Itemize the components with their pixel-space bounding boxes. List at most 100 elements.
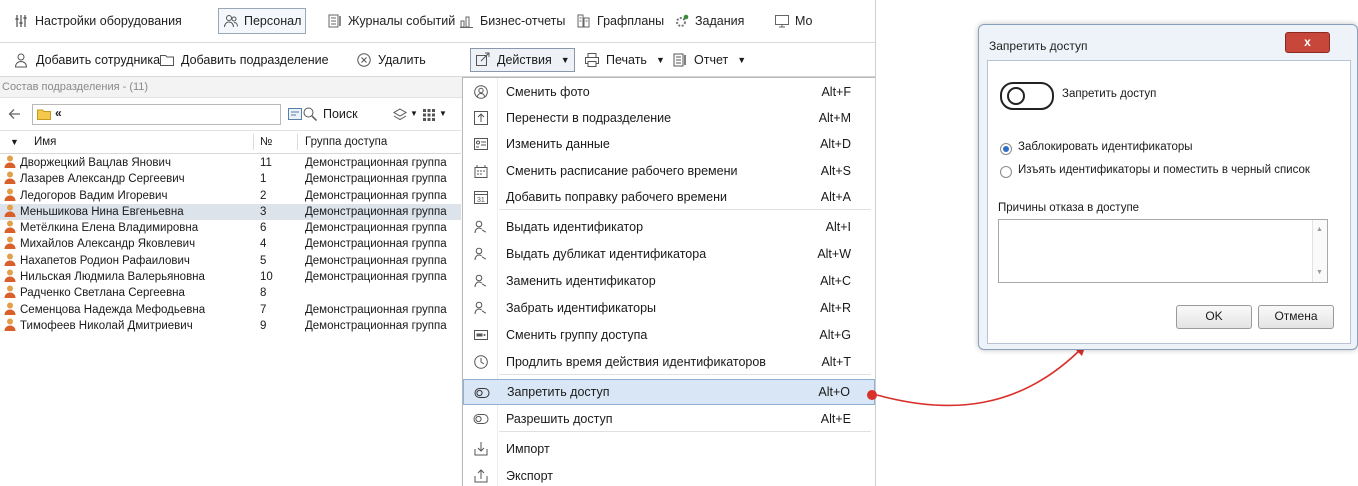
- sort-desc-icon[interactable]: ▼: [10, 131, 19, 153]
- tab-personnel[interactable]: Персонал: [218, 8, 307, 34]
- grid-view-icon[interactable]: [421, 107, 437, 123]
- menu-item-calendar[interactable]: 31 Добавить поправку рабочего времени Alt+…: [463, 184, 875, 210]
- reason-label: Причины отказа в доступе: [998, 202, 1140, 214]
- menu-item-label: Разрешить доступ: [506, 412, 613, 426]
- menu-item-shortcut: Alt+A: [820, 190, 851, 204]
- menu-item-import[interactable]: Импорт: [463, 436, 875, 462]
- report-icon: [459, 13, 475, 29]
- back-arrow-icon[interactable]: [6, 106, 22, 122]
- textarea-scrollbar[interactable]: ▲ ▼: [1312, 220, 1327, 282]
- menu-item-label: Экспорт: [506, 469, 553, 483]
- block-identifiers-label[interactable]: Заблокировать идентификаторы: [1018, 141, 1193, 153]
- table-row[interactable]: Метёлкина Елена Владимировна 6 Демонстраци…: [0, 220, 461, 236]
- menu-item-allow-access[interactable]: Разрешить доступ Alt+E: [463, 406, 875, 432]
- menu-item-id-revoke[interactable]: Забрать идентификаторы Alt+R: [463, 295, 875, 321]
- tab-equipment-settings[interactable]: Настройки оборудования: [14, 9, 182, 33]
- employee-access-group: Демонстрационная группа: [305, 303, 447, 316]
- column-number[interactable]: №: [260, 131, 272, 153]
- menu-item-deny-access[interactable]: Запретить доступ Alt+O: [463, 379, 875, 405]
- blacklist-identifiers-label[interactable]: Изъять идентификаторы и поместить в черн…: [1018, 164, 1310, 176]
- person-icon: [4, 302, 16, 315]
- menu-item-schedule[interactable]: Сменить расписание рабочего времени Alt+S: [463, 158, 875, 184]
- table-row[interactable]: Ледогоров Вадим Игоревич 2 Демонстрационна…: [0, 188, 461, 204]
- tab-label: Бизнес-отчеты: [480, 14, 566, 28]
- employee-name-cell: Меньшикова Нина Евгеньевна: [4, 204, 184, 220]
- print-dropdown-button[interactable]: Печать ▼: [584, 49, 665, 71]
- tab-floorplans[interactable]: Графпланы: [576, 9, 664, 33]
- table-row[interactable]: Радченко Светлана Сергеевна 8: [0, 285, 461, 301]
- employee-access-group: Демонстрационная группа: [305, 319, 447, 332]
- person-icon: [4, 220, 16, 234]
- access-group-icon: [473, 327, 489, 343]
- chevron-down-icon: ▼: [737, 55, 747, 65]
- deny-access-toggle[interactable]: [1000, 82, 1054, 110]
- employee-name: Дворжецкий Вацлав Янович: [20, 157, 171, 169]
- allow-access-icon: [473, 411, 489, 427]
- menu-item-id-duplicate[interactable]: Выдать дубликат идентификатора Alt+W: [463, 241, 875, 267]
- table-row[interactable]: Нильская Людмила Валерьяновна 10 Демонстра…: [0, 269, 461, 285]
- column-divider[interactable]: [297, 134, 298, 150]
- employee-number: 11: [260, 157, 272, 169]
- scroll-up-icon[interactable]: ▲: [1316, 226, 1323, 233]
- employee-access-group: Демонстрационная группа: [305, 222, 447, 235]
- employee-name-cell: Михайлов Александр Яковлевич: [4, 236, 195, 252]
- menu-item-move[interactable]: Перенести в подразделение Alt+M: [463, 105, 875, 131]
- tab-business-reports[interactable]: Бизнес-отчеты: [459, 9, 565, 33]
- layers-dropdown-icon[interactable]: [392, 107, 408, 123]
- menu-item-export[interactable]: Экспорт: [463, 463, 875, 486]
- tab-label: Графпланы: [597, 14, 665, 28]
- menu-item-label: Добавить поправку рабочего времени: [506, 190, 727, 204]
- close-button[interactable]: x: [1285, 32, 1330, 53]
- export-icon: [473, 468, 489, 484]
- tree-picker-icon[interactable]: [287, 106, 303, 122]
- table-row[interactable]: Михайлов Александр Яковлевич 4 Демонстраци…: [0, 236, 461, 252]
- cancel-button[interactable]: Отмена: [1258, 305, 1334, 329]
- table-row[interactable]: Меньшикова Нина Евгеньевна 3 Демонстрацион…: [0, 203, 461, 221]
- svg-text:31: 31: [477, 197, 485, 204]
- column-divider[interactable]: [253, 134, 254, 150]
- deny-access-dialog: Запретить доступ x Запретить доступ Забл…: [978, 24, 1358, 350]
- table-row[interactable]: Нахапетов Родион Рафаилович 5 Демонстрацио…: [0, 253, 461, 269]
- menu-item-photo[interactable]: Сменить фото Alt+F: [463, 79, 875, 105]
- chevron-down-icon[interactable]: ▼: [410, 109, 418, 118]
- tab-event-journals[interactable]: Журналы событий: [327, 9, 455, 33]
- search-button[interactable]: Поиск: [302, 106, 358, 122]
- breadcrumb[interactable]: «: [32, 104, 302, 125]
- tab-label: Мо: [795, 14, 813, 28]
- actions-dropdown-button[interactable]: Действия ▼: [470, 48, 575, 72]
- menu-item-shortcut: Alt+O: [818, 385, 850, 399]
- menu-item-shortcut: Alt+M: [818, 111, 851, 125]
- tab-tasks[interactable]: Задания: [674, 9, 744, 33]
- tab-monitoring[interactable]: Мо: [774, 9, 813, 33]
- table-row[interactable]: Лазарев Александр Сергеевич 1 Демонстрацио…: [0, 171, 461, 187]
- add-department-button[interactable]: Добавить подразделение: [159, 49, 329, 71]
- chevron-down-icon[interactable]: ▼: [439, 109, 447, 118]
- employee-name: Ледогоров Вадим Игоревич: [20, 189, 168, 202]
- add-employee-button[interactable]: Добавить сотрудника: [14, 49, 160, 71]
- menu-item-access-group[interactable]: Сменить группу доступа Alt+G: [463, 322, 875, 348]
- scroll-down-icon[interactable]: ▼: [1316, 269, 1323, 276]
- report-dropdown-button[interactable]: Отчет ▼: [672, 49, 746, 71]
- employee-number: 1: [260, 173, 267, 186]
- person-icon: [4, 285, 16, 299]
- menu-item-id-issue[interactable]: Выдать идентификатор Alt+I: [463, 214, 875, 240]
- table-row[interactable]: Тимофеев Николай Дмитриевич 9 Демонстрацио…: [0, 318, 461, 334]
- employee-name: Лазарев Александр Сергеевич: [20, 173, 185, 186]
- blacklist-identifiers-radio[interactable]: [1000, 166, 1012, 178]
- table-row[interactable]: Дворжецкий Вацлав Янович 11 Демонстрационн…: [0, 155, 461, 171]
- tab-label: Задания: [695, 14, 745, 28]
- menu-item-label: Сменить фото: [506, 85, 590, 99]
- person-icon: [4, 236, 16, 250]
- table-row[interactable]: Семенцова Надежда Мефодьевна 7 Демонстраци…: [0, 302, 461, 318]
- delete-button[interactable]: Удалить: [356, 49, 426, 71]
- ok-button[interactable]: OK: [1176, 305, 1252, 329]
- column-name[interactable]: Имя: [34, 131, 56, 153]
- menu-item-clock[interactable]: Продлить время действия идентификаторов A…: [463, 349, 875, 375]
- reason-textarea[interactable]: ▲ ▼: [998, 219, 1328, 283]
- journal-icon: [327, 13, 343, 29]
- menu-item-edit-card[interactable]: Изменить данные Alt+D: [463, 131, 875, 157]
- employee-access-group: Демонстрационная группа: [305, 238, 447, 251]
- column-access-group[interactable]: Группа доступа: [305, 131, 387, 153]
- block-identifiers-radio[interactable]: [1000, 143, 1012, 155]
- menu-item-id-replace[interactable]: Заменить идентификатор Alt+C: [463, 268, 875, 294]
